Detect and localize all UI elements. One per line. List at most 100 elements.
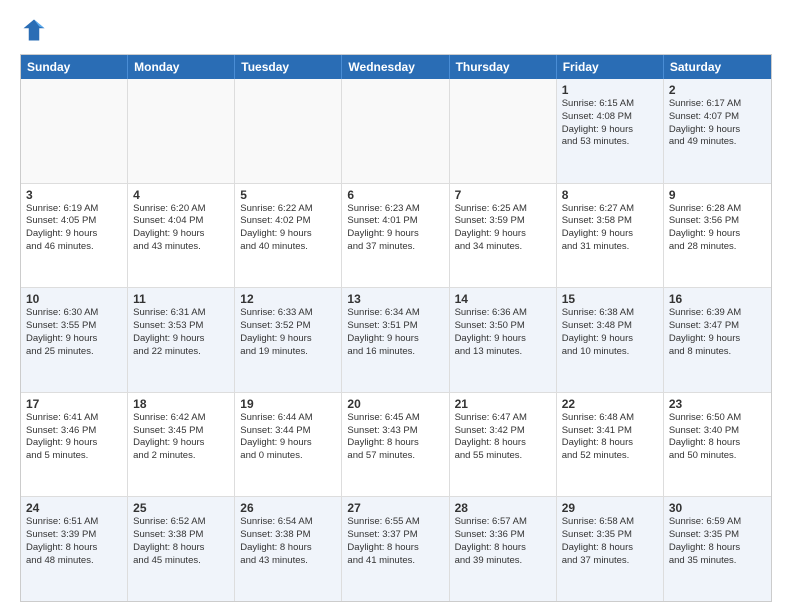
cal-cell-day-24: 24Sunrise: 6:51 AM Sunset: 3:39 PM Dayli… bbox=[21, 497, 128, 601]
day-number: 27 bbox=[347, 501, 443, 515]
cal-cell-day-28: 28Sunrise: 6:57 AM Sunset: 3:36 PM Dayli… bbox=[450, 497, 557, 601]
day-info: Sunrise: 6:17 AM Sunset: 4:07 PM Dayligh… bbox=[669, 98, 766, 149]
cal-row-4: 24Sunrise: 6:51 AM Sunset: 3:39 PM Dayli… bbox=[21, 497, 771, 601]
cal-cell-day-5: 5Sunrise: 6:22 AM Sunset: 4:02 PM Daylig… bbox=[235, 184, 342, 288]
day-number: 10 bbox=[26, 292, 122, 306]
cal-header-monday: Monday bbox=[128, 55, 235, 79]
day-number: 15 bbox=[562, 292, 658, 306]
day-number: 14 bbox=[455, 292, 551, 306]
day-info: Sunrise: 6:44 AM Sunset: 3:44 PM Dayligh… bbox=[240, 412, 336, 463]
day-number: 24 bbox=[26, 501, 122, 515]
day-info: Sunrise: 6:25 AM Sunset: 3:59 PM Dayligh… bbox=[455, 203, 551, 254]
day-info: Sunrise: 6:51 AM Sunset: 3:39 PM Dayligh… bbox=[26, 516, 122, 567]
cal-header-thursday: Thursday bbox=[450, 55, 557, 79]
cal-cell-day-27: 27Sunrise: 6:55 AM Sunset: 3:37 PM Dayli… bbox=[342, 497, 449, 601]
cal-header-wednesday: Wednesday bbox=[342, 55, 449, 79]
day-info: Sunrise: 6:31 AM Sunset: 3:53 PM Dayligh… bbox=[133, 307, 229, 358]
cal-cell-day-18: 18Sunrise: 6:42 AM Sunset: 3:45 PM Dayli… bbox=[128, 393, 235, 497]
cal-cell-empty bbox=[450, 79, 557, 183]
cal-cell-day-20: 20Sunrise: 6:45 AM Sunset: 3:43 PM Dayli… bbox=[342, 393, 449, 497]
day-number: 1 bbox=[562, 83, 658, 97]
day-info: Sunrise: 6:52 AM Sunset: 3:38 PM Dayligh… bbox=[133, 516, 229, 567]
day-info: Sunrise: 6:15 AM Sunset: 4:08 PM Dayligh… bbox=[562, 98, 658, 149]
day-info: Sunrise: 6:39 AM Sunset: 3:47 PM Dayligh… bbox=[669, 307, 766, 358]
cal-row-3: 17Sunrise: 6:41 AM Sunset: 3:46 PM Dayli… bbox=[21, 393, 771, 498]
cal-cell-day-26: 26Sunrise: 6:54 AM Sunset: 3:38 PM Dayli… bbox=[235, 497, 342, 601]
cal-cell-day-13: 13Sunrise: 6:34 AM Sunset: 3:51 PM Dayli… bbox=[342, 288, 449, 392]
cal-header-saturday: Saturday bbox=[664, 55, 771, 79]
day-number: 7 bbox=[455, 188, 551, 202]
day-info: Sunrise: 6:41 AM Sunset: 3:46 PM Dayligh… bbox=[26, 412, 122, 463]
calendar-header-row: SundayMondayTuesdayWednesdayThursdayFrid… bbox=[21, 55, 771, 79]
cal-row-2: 10Sunrise: 6:30 AM Sunset: 3:55 PM Dayli… bbox=[21, 288, 771, 393]
day-number: 5 bbox=[240, 188, 336, 202]
day-number: 21 bbox=[455, 397, 551, 411]
day-number: 9 bbox=[669, 188, 766, 202]
cal-cell-day-15: 15Sunrise: 6:38 AM Sunset: 3:48 PM Dayli… bbox=[557, 288, 664, 392]
day-number: 23 bbox=[669, 397, 766, 411]
cal-cell-day-29: 29Sunrise: 6:58 AM Sunset: 3:35 PM Dayli… bbox=[557, 497, 664, 601]
day-number: 4 bbox=[133, 188, 229, 202]
day-info: Sunrise: 6:55 AM Sunset: 3:37 PM Dayligh… bbox=[347, 516, 443, 567]
day-number: 3 bbox=[26, 188, 122, 202]
day-info: Sunrise: 6:48 AM Sunset: 3:41 PM Dayligh… bbox=[562, 412, 658, 463]
cal-cell-day-16: 16Sunrise: 6:39 AM Sunset: 3:47 PM Dayli… bbox=[664, 288, 771, 392]
day-number: 22 bbox=[562, 397, 658, 411]
cal-cell-day-23: 23Sunrise: 6:50 AM Sunset: 3:40 PM Dayli… bbox=[664, 393, 771, 497]
day-number: 25 bbox=[133, 501, 229, 515]
day-number: 26 bbox=[240, 501, 336, 515]
day-number: 18 bbox=[133, 397, 229, 411]
day-number: 28 bbox=[455, 501, 551, 515]
cal-header-tuesday: Tuesday bbox=[235, 55, 342, 79]
day-info: Sunrise: 6:34 AM Sunset: 3:51 PM Dayligh… bbox=[347, 307, 443, 358]
cal-cell-day-7: 7Sunrise: 6:25 AM Sunset: 3:59 PM Daylig… bbox=[450, 184, 557, 288]
day-info: Sunrise: 6:30 AM Sunset: 3:55 PM Dayligh… bbox=[26, 307, 122, 358]
day-info: Sunrise: 6:59 AM Sunset: 3:35 PM Dayligh… bbox=[669, 516, 766, 567]
cal-cell-day-22: 22Sunrise: 6:48 AM Sunset: 3:41 PM Dayli… bbox=[557, 393, 664, 497]
day-info: Sunrise: 6:38 AM Sunset: 3:48 PM Dayligh… bbox=[562, 307, 658, 358]
cal-cell-day-6: 6Sunrise: 6:23 AM Sunset: 4:01 PM Daylig… bbox=[342, 184, 449, 288]
day-number: 6 bbox=[347, 188, 443, 202]
cal-cell-day-30: 30Sunrise: 6:59 AM Sunset: 3:35 PM Dayli… bbox=[664, 497, 771, 601]
cal-cell-day-11: 11Sunrise: 6:31 AM Sunset: 3:53 PM Dayli… bbox=[128, 288, 235, 392]
logo-icon bbox=[20, 16, 48, 44]
logo bbox=[20, 16, 52, 44]
cal-cell-day-25: 25Sunrise: 6:52 AM Sunset: 3:38 PM Dayli… bbox=[128, 497, 235, 601]
day-number: 17 bbox=[26, 397, 122, 411]
day-info: Sunrise: 6:33 AM Sunset: 3:52 PM Dayligh… bbox=[240, 307, 336, 358]
day-info: Sunrise: 6:47 AM Sunset: 3:42 PM Dayligh… bbox=[455, 412, 551, 463]
day-info: Sunrise: 6:57 AM Sunset: 3:36 PM Dayligh… bbox=[455, 516, 551, 567]
cal-cell-day-1: 1Sunrise: 6:15 AM Sunset: 4:08 PM Daylig… bbox=[557, 79, 664, 183]
day-number: 11 bbox=[133, 292, 229, 306]
cal-row-1: 3Sunrise: 6:19 AM Sunset: 4:05 PM Daylig… bbox=[21, 184, 771, 289]
cal-cell-empty bbox=[128, 79, 235, 183]
day-info: Sunrise: 6:58 AM Sunset: 3:35 PM Dayligh… bbox=[562, 516, 658, 567]
day-info: Sunrise: 6:50 AM Sunset: 3:40 PM Dayligh… bbox=[669, 412, 766, 463]
cal-cell-empty bbox=[235, 79, 342, 183]
cal-row-0: 1Sunrise: 6:15 AM Sunset: 4:08 PM Daylig… bbox=[21, 79, 771, 184]
cal-cell-day-8: 8Sunrise: 6:27 AM Sunset: 3:58 PM Daylig… bbox=[557, 184, 664, 288]
day-number: 29 bbox=[562, 501, 658, 515]
day-info: Sunrise: 6:54 AM Sunset: 3:38 PM Dayligh… bbox=[240, 516, 336, 567]
day-info: Sunrise: 6:22 AM Sunset: 4:02 PM Dayligh… bbox=[240, 203, 336, 254]
header bbox=[20, 16, 772, 44]
cal-header-sunday: Sunday bbox=[21, 55, 128, 79]
day-number: 2 bbox=[669, 83, 766, 97]
day-info: Sunrise: 6:19 AM Sunset: 4:05 PM Dayligh… bbox=[26, 203, 122, 254]
cal-cell-day-14: 14Sunrise: 6:36 AM Sunset: 3:50 PM Dayli… bbox=[450, 288, 557, 392]
day-number: 13 bbox=[347, 292, 443, 306]
page: SundayMondayTuesdayWednesdayThursdayFrid… bbox=[0, 0, 792, 612]
cal-header-friday: Friday bbox=[557, 55, 664, 79]
calendar-body: 1Sunrise: 6:15 AM Sunset: 4:08 PM Daylig… bbox=[21, 79, 771, 601]
cal-cell-day-4: 4Sunrise: 6:20 AM Sunset: 4:04 PM Daylig… bbox=[128, 184, 235, 288]
day-info: Sunrise: 6:45 AM Sunset: 3:43 PM Dayligh… bbox=[347, 412, 443, 463]
cal-cell-day-10: 10Sunrise: 6:30 AM Sunset: 3:55 PM Dayli… bbox=[21, 288, 128, 392]
cal-cell-day-9: 9Sunrise: 6:28 AM Sunset: 3:56 PM Daylig… bbox=[664, 184, 771, 288]
day-info: Sunrise: 6:23 AM Sunset: 4:01 PM Dayligh… bbox=[347, 203, 443, 254]
day-number: 12 bbox=[240, 292, 336, 306]
cal-cell-day-3: 3Sunrise: 6:19 AM Sunset: 4:05 PM Daylig… bbox=[21, 184, 128, 288]
cal-cell-day-21: 21Sunrise: 6:47 AM Sunset: 3:42 PM Dayli… bbox=[450, 393, 557, 497]
day-info: Sunrise: 6:42 AM Sunset: 3:45 PM Dayligh… bbox=[133, 412, 229, 463]
day-info: Sunrise: 6:28 AM Sunset: 3:56 PM Dayligh… bbox=[669, 203, 766, 254]
calendar: SundayMondayTuesdayWednesdayThursdayFrid… bbox=[20, 54, 772, 602]
